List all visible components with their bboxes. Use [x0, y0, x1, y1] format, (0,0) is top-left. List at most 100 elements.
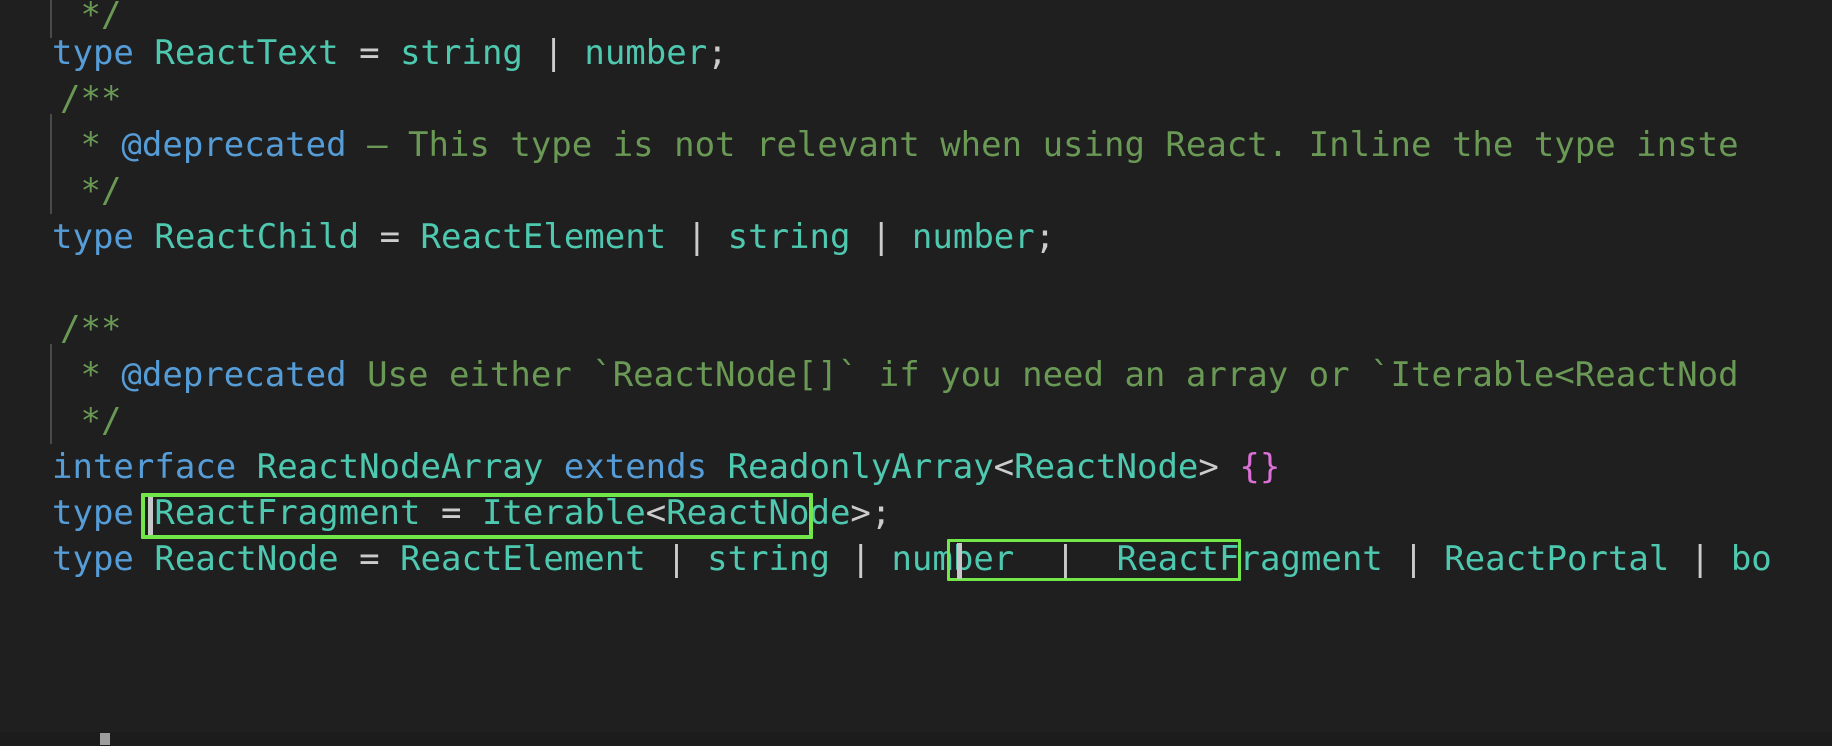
code-token: type: [52, 217, 134, 257]
code-token: |: [666, 539, 687, 579]
code-token: ReactElement: [400, 539, 646, 579]
code-editor-window: */type ReactText = string | number;/** *…: [0, 0, 1832, 746]
code-token: number: [584, 33, 708, 73]
code-token: ReactElement: [420, 217, 667, 257]
code-token: ;: [707, 33, 728, 73]
code-token: |: [543, 33, 564, 73]
code-line[interactable]: */: [0, 398, 121, 444]
code-token: ReactChild: [154, 217, 360, 257]
code-token: |: [1689, 539, 1711, 579]
code-line[interactable]: type ReactText = string | number;: [0, 30, 728, 76]
code-token: /**: [60, 309, 122, 349]
code-token: @deprecated: [121, 125, 347, 165]
code-line[interactable]: type ReactNode = ReactElement | string |…: [0, 536, 1772, 582]
code-token: ReactPortal: [1444, 539, 1670, 579]
code-token: ReactFragment: [1096, 539, 1404, 579]
code-token: =: [379, 217, 401, 257]
code-line[interactable]: /**: [0, 76, 121, 122]
code-token: */: [60, 401, 122, 441]
code-token: @deprecated: [121, 355, 347, 395]
text-cursor: [957, 543, 962, 579]
code-token: type: [52, 33, 134, 73]
code-token: <: [645, 493, 667, 533]
code-token: number: [891, 539, 1015, 579]
code-line[interactable]: */: [0, 168, 121, 214]
code-token: {}: [1239, 447, 1281, 487]
code-editor-surface[interactable]: */type ReactText = string | number;/** *…: [0, 0, 1832, 718]
code-token: >: [850, 493, 871, 533]
code-line[interactable]: [0, 260, 52, 306]
code-token: ReactNode: [666, 493, 851, 533]
code-token: string: [400, 33, 523, 73]
code-token: |: [850, 539, 871, 579]
code-token: bo: [1730, 539, 1772, 579]
code-token: ;: [870, 493, 892, 533]
code-token: ReactFragment: [154, 493, 421, 533]
code-token: Iterable: [481, 493, 646, 533]
code-line[interactable]: type ReactFragment = Iterable<ReactNode>…: [0, 490, 891, 536]
code-token: |: [870, 217, 892, 257]
code-token: string: [727, 217, 851, 257]
horizontal-scrollbar-thumb[interactable]: [100, 733, 110, 745]
code-token: type: [52, 539, 134, 579]
code-token: number: [911, 217, 1035, 257]
code-line[interactable]: /**: [0, 306, 121, 352]
code-token: ReactNodeArray: [256, 447, 544, 487]
code-line[interactable]: * @deprecated Use either `ReactNode[]` i…: [0, 352, 1739, 398]
horizontal-scrollbar-track[interactable]: [0, 732, 1832, 746]
code-token: */: [60, 171, 122, 211]
code-token: ;: [1034, 217, 1056, 257]
code-line[interactable]: type ReactChild = ReactElement | string …: [0, 214, 1055, 260]
code-token: ReactText: [154, 33, 339, 73]
code-line[interactable]: * @deprecated — This type is not relevan…: [0, 122, 1739, 168]
code-token: string: [707, 539, 830, 579]
code-token: =: [359, 33, 380, 73]
code-token: *: [60, 125, 122, 165]
code-token: *: [60, 355, 122, 395]
code-token: =: [359, 539, 380, 579]
code-token: ReactNode: [154, 539, 339, 579]
code-token: |: [686, 217, 708, 257]
code-token: extends: [563, 447, 708, 487]
code-token: — This type is not relevant when using R…: [346, 125, 1739, 165]
code-token: |: [1403, 539, 1424, 579]
code-token: >: [1198, 447, 1219, 487]
text-cursor: [148, 497, 153, 535]
code-token: |: [1055, 539, 1076, 579]
code-token: Use either `ReactNode[]` if you need an …: [346, 355, 1739, 395]
code-line[interactable]: interface ReactNodeArray extends Readonl…: [0, 444, 1280, 490]
code-token: <: [993, 447, 1015, 487]
code-token: /**: [60, 79, 122, 119]
code-token: =: [440, 493, 462, 533]
code-token: ReadonlyArray: [727, 447, 994, 487]
